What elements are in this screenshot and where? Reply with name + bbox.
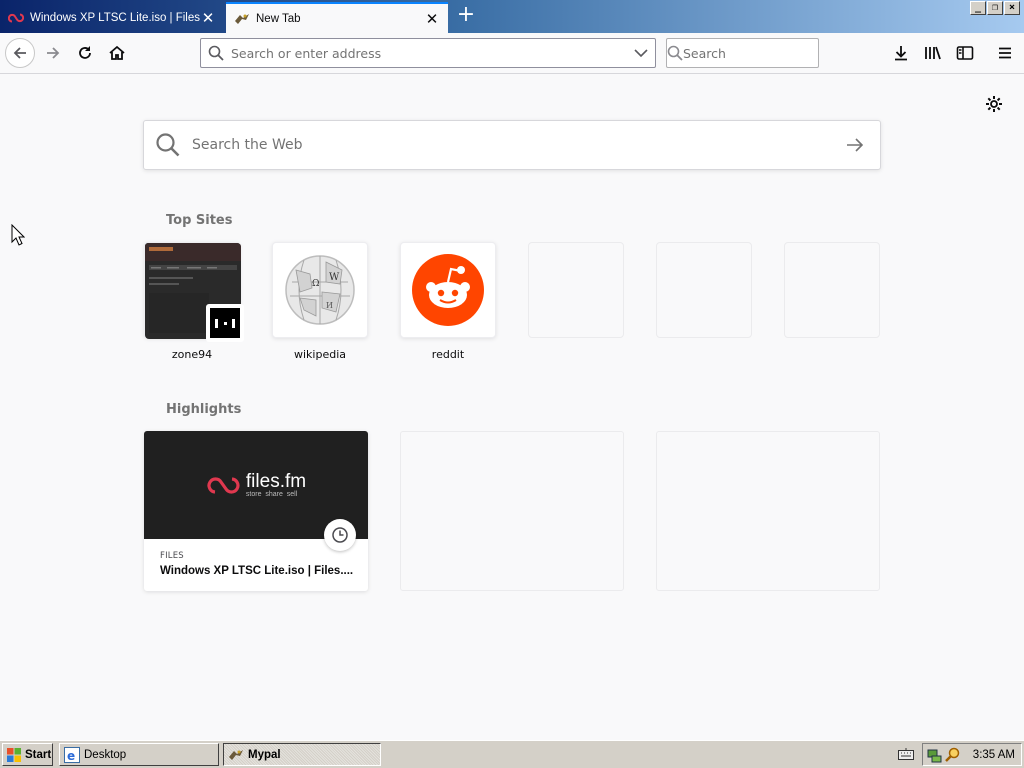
- reload-button[interactable]: [70, 38, 100, 68]
- top-site-label: wikipedia: [293, 348, 346, 361]
- tab-strip: Windows XP LTSC Lite.iso | Files.fm ✕ Ne…: [0, 0, 1024, 33]
- tab-new-tab[interactable]: New Tab ✕: [226, 2, 448, 33]
- new-tab-plus-icon[interactable]: +: [454, 4, 478, 28]
- internet-explorer-icon: e: [64, 746, 80, 763]
- mouse-cursor-icon: [11, 223, 26, 249]
- start-button[interactable]: Start: [2, 743, 53, 766]
- chevron-down-icon[interactable]: [627, 48, 655, 58]
- arrow-right-icon[interactable]: [830, 138, 880, 152]
- new-tab-page: Top Sites zone94 Ω W: [0, 74, 1024, 740]
- mypal-favicon-icon: [234, 11, 250, 27]
- taskbar: Start e Desktop Mypal 3:35 AM: [0, 740, 1024, 768]
- filesfm-logo: files.fm store share sell: [206, 472, 306, 498]
- start-label: Start: [25, 748, 52, 761]
- top-sites-heading: Top Sites: [166, 213, 233, 228]
- tab-close-icon[interactable]: ✕: [200, 10, 216, 26]
- web-search-input[interactable]: [192, 137, 830, 153]
- gear-icon[interactable]: [984, 94, 1004, 114]
- minimize-button[interactable]: _: [970, 1, 986, 15]
- tab-title: New Tab: [256, 12, 301, 25]
- search-input[interactable]: [683, 45, 839, 61]
- empty-top-site-slot: [528, 242, 624, 338]
- sidebar-icon: [956, 46, 974, 60]
- windows-logo-icon: [7, 747, 21, 763]
- window-controls: _ ❐ ×: [970, 1, 1020, 15]
- filesfm-logo-tagline: store share sell: [245, 491, 298, 498]
- url-bar[interactable]: [200, 38, 656, 68]
- back-button[interactable]: [5, 38, 35, 68]
- web-search-box[interactable]: [143, 120, 881, 170]
- home-icon: [109, 45, 125, 60]
- taskbar-item-label: Mypal: [248, 748, 281, 761]
- search-bar[interactable]: [666, 38, 839, 68]
- top-site-tile-wikipedia[interactable]: Ω W И: [272, 242, 368, 338]
- taskbar-item-desktop[interactable]: e Desktop: [59, 743, 219, 766]
- empty-highlight-slot: [656, 431, 880, 591]
- keyboard-icon[interactable]: [898, 747, 914, 764]
- highlight-title: Windows XP LTSC Lite.iso | Files....: [160, 565, 354, 577]
- download-icon: [895, 46, 907, 61]
- taskbar-clock: 3:35 AM: [972, 748, 1015, 761]
- search-magnifier-icon[interactable]: [945, 747, 961, 763]
- mypal-icon: [228, 747, 244, 763]
- top-site-label: zone94: [171, 348, 213, 361]
- forward-button[interactable]: [38, 38, 68, 68]
- library-icon: [925, 46, 941, 60]
- downloads-button[interactable]: [886, 38, 916, 68]
- filesfm-favicon-icon: [8, 10, 24, 26]
- hamburger-menu-icon: [999, 47, 1011, 59]
- menu-button[interactable]: [990, 38, 1020, 68]
- taskbar-item-label: Desktop: [84, 748, 127, 761]
- svg-text:Ω: Ω: [312, 279, 319, 289]
- library-button[interactable]: [918, 38, 948, 68]
- top-site-tile-zone94[interactable]: [144, 242, 244, 342]
- sidebar-button[interactable]: [950, 38, 980, 68]
- search-icon: [201, 45, 231, 61]
- highlights-heading: Highlights: [166, 402, 242, 417]
- tab-filesfm[interactable]: Windows XP LTSC Lite.iso | Files.fm ✕: [0, 2, 224, 33]
- top-site-label: reddit: [431, 348, 465, 361]
- network-icon[interactable]: [927, 747, 943, 763]
- search-icon: [144, 132, 192, 158]
- highlight-preview: files.fm store share sell: [144, 431, 368, 551]
- empty-top-site-slot: [656, 242, 752, 338]
- navigation-toolbar: [0, 33, 1024, 74]
- filesfm-logo-text: files.fm: [245, 471, 307, 492]
- zone94-badge-icon: [206, 304, 244, 342]
- back-arrow-icon: [13, 47, 26, 59]
- clock-icon: [324, 519, 356, 551]
- empty-highlight-slot: [400, 431, 624, 591]
- search-icon: [667, 45, 683, 61]
- top-site-tile-reddit[interactable]: [400, 242, 496, 338]
- tab-title: Windows XP LTSC Lite.iso | Files.fm: [30, 11, 200, 24]
- svg-text:И: И: [326, 301, 333, 310]
- system-tray: 3:35 AM: [922, 743, 1022, 766]
- forward-arrow-icon: [47, 47, 60, 59]
- tab-close-icon[interactable]: ✕: [424, 11, 440, 27]
- reddit-logo-icon: [412, 254, 484, 326]
- taskbar-item-mypal[interactable]: Mypal: [223, 743, 381, 766]
- svg-text:W: W: [329, 272, 340, 283]
- wikipedia-globe-icon: Ω W И: [285, 255, 355, 325]
- empty-top-site-slot: [784, 242, 880, 338]
- restore-button[interactable]: ❐: [987, 1, 1003, 15]
- svg-text:e: e: [67, 749, 75, 763]
- url-input[interactable]: [231, 45, 627, 61]
- home-button[interactable]: [102, 38, 132, 68]
- filesfm-logo-icon: [207, 477, 240, 494]
- highlight-card[interactable]: files.fm store share sell FILES Windows …: [144, 431, 368, 591]
- close-window-button[interactable]: ×: [1004, 1, 1020, 15]
- reload-icon: [79, 46, 91, 59]
